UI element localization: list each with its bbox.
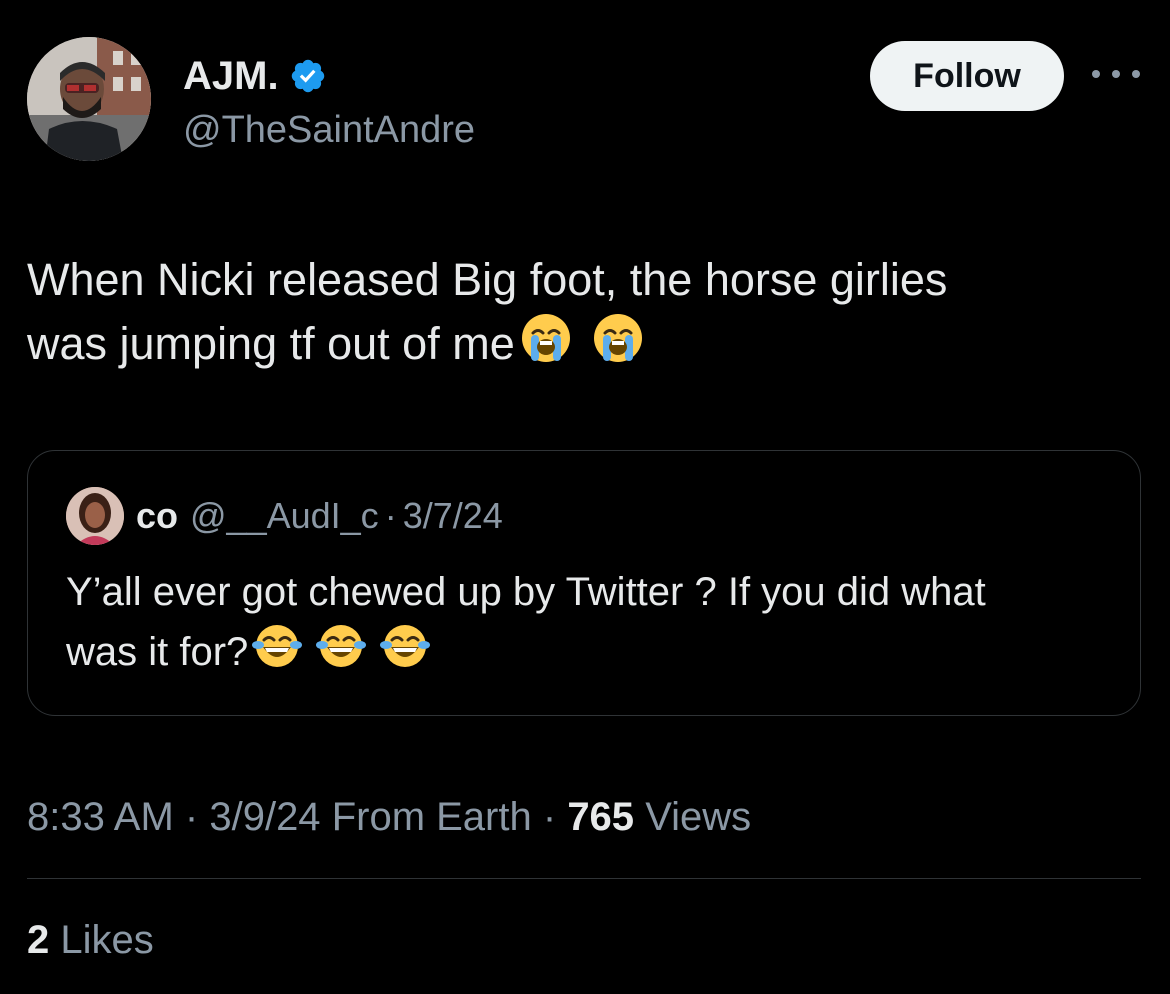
author-name-row: AJM. [183,54,327,98]
quoted-text-line-with-emoji: was it for? [66,621,1116,687]
separator-dot: · [384,495,397,536]
more-dot [1092,70,1100,78]
quoted-tweet-header: co @__AudI_c · 3/7/24 [66,487,503,545]
tweet-date[interactable]: 3/9/24 [209,795,320,839]
likes-count: 2 [27,918,50,962]
more-options-icon[interactable] [1092,62,1140,86]
quoted-author-handle[interactable]: @__AudI_c [190,494,379,538]
tweet-text-line: was jumping tf out of me [27,318,515,369]
profile-photo [27,37,151,161]
verified-badge-icon [289,57,327,95]
views-count[interactable]: 765 [567,795,634,839]
quoted-tweet-text: Y’all ever got chewed up by Twitter ? If… [66,563,1116,687]
quoted-tweet-date[interactable]: 3/7/24 [403,494,503,538]
quoted-text-line: Y’all ever got chewed up by Twitter ? If… [66,570,986,614]
quoted-author-avatar[interactable] [66,487,124,545]
quoted-tweet-card[interactable]: co @__AudI_c · 3/7/24 Y’all ever got che… [27,450,1141,716]
quoted-text-line: was it for? [66,630,249,674]
quoted-profile-photo [66,487,124,545]
face-with-tears-of-joy-emoji-icon [380,621,431,687]
likes-row[interactable]: 2 Likes [27,916,154,964]
tweet-meta: 8:33 AM · 3/9/24 From Earth · 765 Views [27,793,751,841]
tweet-text-line: When Nicki released Big foot, the horse … [27,254,948,305]
separator-dot: · [542,795,557,839]
likes-label: Likes [60,918,154,962]
loudly-crying-face-emoji-icon [519,311,573,381]
tweet-time[interactable]: 8:33 AM [27,795,174,839]
face-with-tears-of-joy-emoji-icon [316,621,367,687]
loudly-crying-face-emoji-icon [591,311,645,381]
tweet-source: From Earth [331,795,532,839]
author-avatar[interactable] [27,37,151,161]
tweet-text: When Nicki released Big foot, the horse … [27,248,1137,381]
more-dot [1112,70,1120,78]
author-handle[interactable]: @TheSaintAndre [183,108,475,152]
more-dot [1132,70,1140,78]
follow-button[interactable]: Follow [870,41,1064,111]
views-label: Views [645,795,752,839]
author-display-name[interactable]: AJM. [183,54,279,98]
face-with-tears-of-joy-emoji-icon [252,621,303,687]
quoted-author-name[interactable]: co [136,494,178,538]
separator-dot: · [184,795,199,839]
tweet-text-line-with-emoji: was jumping tf out of me [27,311,1137,381]
divider [27,878,1141,879]
tweet-detail: AJM. @TheSaintAndre Follow When Nicki re… [0,0,1170,994]
